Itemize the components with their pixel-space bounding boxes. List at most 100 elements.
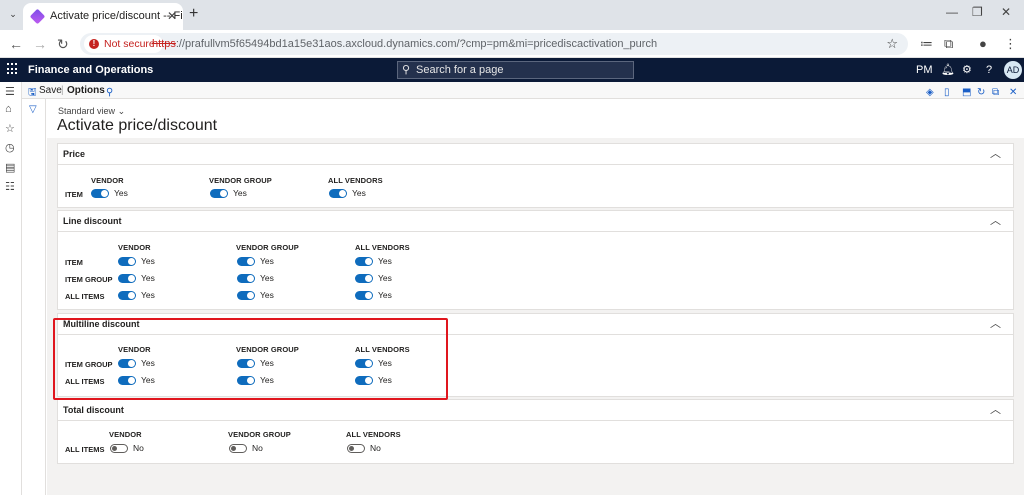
toggle-all-items-vendor[interactable]: Yes xyxy=(118,290,155,300)
search-placeholder: Search for a page xyxy=(416,64,504,76)
forward-icon[interactable]: → xyxy=(33,36,47,52)
browser-tab[interactable]: Activate price/discount -- Finan ✕ xyxy=(23,3,183,30)
toggle-value: Yes xyxy=(352,188,366,198)
page-search-input[interactable]: ⚲ Search for a page xyxy=(397,61,634,79)
help-icon[interactable]: ? xyxy=(986,58,992,82)
toggle-item-group-vendor-group[interactable]: Yes xyxy=(237,273,274,283)
warning-icon: ! xyxy=(89,39,99,49)
recent-clock-icon[interactable]: ◷ xyxy=(5,141,15,154)
line-discount-title: Line discount xyxy=(63,216,122,226)
minimize-icon[interactable]: — xyxy=(946,5,958,19)
multiline-discount-title: Multiline discount xyxy=(63,319,140,329)
toggle-item-vendor-group[interactable]: Yes xyxy=(237,256,274,266)
open-new-window-icon[interactable]: ⧉ xyxy=(992,84,999,101)
page-title: Activate price/discount xyxy=(57,117,218,134)
toggle-all-items-vendor[interactable]: No xyxy=(110,443,144,453)
app-name[interactable]: Finance and Operations xyxy=(28,58,153,82)
total-discount-header[interactable]: Total discount ︿ xyxy=(58,400,1013,421)
url-omnibox[interactable]: ! Not secure https://prafullvm5f65494bd1… xyxy=(80,33,908,55)
toggle-value: No xyxy=(370,443,381,453)
view-selector[interactable]: Standard view ⌄ xyxy=(58,106,125,117)
tab-search-icon[interactable]: ⌄ xyxy=(6,7,20,21)
line-discount-fasttab: Line discount ︿ VENDOR VENDOR GROUP ALL … xyxy=(57,210,1014,310)
toggle-item-group-all-vendors[interactable]: Yes xyxy=(355,358,392,368)
new-tab-button[interactable]: + xyxy=(189,5,198,23)
url-path: ://prafullvm5f65494bd1a15e31aos.axcloud.… xyxy=(175,38,658,50)
options-tab[interactable]: Options xyxy=(67,82,105,99)
browser-tab-strip: ⌄ Activate price/discount -- Finan ✕ + —… xyxy=(0,0,1024,30)
window-close-icon[interactable]: ✕ xyxy=(1001,5,1011,19)
refresh-icon[interactable]: ↻ xyxy=(977,84,985,101)
back-icon[interactable]: ← xyxy=(9,36,23,52)
chevron-up-icon[interactable]: ︿ xyxy=(990,211,1001,232)
multiline-discount-header[interactable]: Multiline discount ︿ xyxy=(58,314,1013,335)
toggle-item-vendor[interactable]: Yes xyxy=(118,256,155,266)
extensions-icon[interactable]: ⧉ xyxy=(944,36,953,52)
chevron-up-icon[interactable]: ︿ xyxy=(990,144,1001,165)
favorites-icon[interactable]: ≔ xyxy=(920,36,933,52)
more-menu-icon[interactable]: ⋮ xyxy=(1004,36,1017,52)
toggle-value: Yes xyxy=(141,358,155,368)
favorites-star-icon[interactable]: ☆ xyxy=(5,122,15,135)
toggle-value: Yes xyxy=(260,375,274,385)
toggle-item-group-vendor[interactable]: Yes xyxy=(118,358,155,368)
toggle-all-items-vendor-group[interactable]: No xyxy=(229,443,263,453)
tab-close-icon[interactable]: ✕ xyxy=(167,3,177,30)
toggle-value: Yes xyxy=(141,375,155,385)
toggle-item-all-vendors[interactable]: Yes xyxy=(355,256,392,266)
attachments-icon[interactable]: ⬒ xyxy=(962,84,971,101)
chevron-up-icon[interactable]: ︿ xyxy=(990,400,1001,421)
modules-list-icon[interactable]: ☷ xyxy=(5,180,15,193)
tab-title: Activate price/discount -- Finan xyxy=(50,10,183,22)
toggle-all-items-vendor-group[interactable]: Yes xyxy=(237,290,274,300)
user-avatar[interactable]: AD xyxy=(1004,61,1022,79)
total-discount-fasttab: Total discount ︿ VENDOR VENDOR GROUP ALL… xyxy=(57,399,1014,464)
toggle-value: No xyxy=(252,443,263,453)
toggle-all-items-vendor[interactable]: Yes xyxy=(118,375,155,385)
workspaces-icon[interactable]: ▤ xyxy=(5,161,15,174)
row-label-item-group: ITEM GROUP xyxy=(65,275,113,284)
chevron-down-icon: ⌄ xyxy=(117,106,126,116)
app-nav-bar: Finance and Operations ⚲ Search for a pa… xyxy=(0,58,1024,82)
toggle-item-group-vendor-group[interactable]: Yes xyxy=(237,358,274,368)
dynamics-favicon-icon xyxy=(29,8,46,25)
office-icon[interactable]: ▯ xyxy=(944,84,950,101)
save-button[interactable]: Save xyxy=(39,82,62,99)
left-nav-rail: ☰ ⌂ ☆ ◷ ▤ ☷ xyxy=(0,82,22,495)
settings-gear-icon[interactable]: ⚙ xyxy=(962,58,972,82)
toggle-value: No xyxy=(133,443,144,453)
restore-icon[interactable]: ❐ xyxy=(972,5,983,19)
toggle-all-items-all-vendors[interactable]: Yes xyxy=(355,375,392,385)
action-search-icon[interactable]: ⚲ xyxy=(106,84,113,101)
toggle-item-vendor-group[interactable]: Yes xyxy=(210,188,247,198)
filter-funnel-icon[interactable]: ▽ xyxy=(29,104,37,115)
action-pane: 🖫︎ Save | Options ⚲ ◈ ▯ ⬒ ↻ ⧉ ✕ xyxy=(22,82,1024,99)
toggle-item-all-vendors[interactable]: Yes xyxy=(329,188,366,198)
url-text[interactable]: https://prafullvm5f65494bd1a15e31aos.axc… xyxy=(152,33,657,55)
power-apps-icon[interactable]: ◈ xyxy=(926,84,934,101)
home-icon[interactable]: ⌂ xyxy=(5,103,12,115)
toggle-item-vendor[interactable]: Yes xyxy=(91,188,128,198)
line-discount-header[interactable]: Line discount ︿ xyxy=(58,211,1013,232)
profile-icon[interactable]: ● xyxy=(979,36,987,51)
price-header[interactable]: Price ︿ xyxy=(58,144,1013,165)
price-fasttab: Price ︿ VENDOR VENDOR GROUP ALL VENDORS … xyxy=(57,143,1014,208)
hamburger-menu-icon[interactable]: ☰ xyxy=(5,85,15,98)
reload-icon[interactable]: ↻ xyxy=(57,36,69,53)
toggle-all-items-vendor-group[interactable]: Yes xyxy=(237,375,274,385)
col-all-vendors: ALL VENDORS xyxy=(355,243,410,252)
bookmark-star-icon[interactable]: ☆ xyxy=(886,33,898,55)
toggle-all-items-all-vendors[interactable]: Yes xyxy=(355,290,392,300)
close-page-icon[interactable]: ✕ xyxy=(1009,84,1017,101)
toggle-item-group-all-vendors[interactable]: Yes xyxy=(355,273,392,283)
toggle-all-items-all-vendors[interactable]: No xyxy=(347,443,381,453)
not-secure-badge[interactable]: ! Not secure xyxy=(84,35,163,53)
company-picker[interactable]: PM xyxy=(916,58,933,82)
app-launcher-icon[interactable] xyxy=(7,63,19,75)
row-label-all-items: ALL ITEMS xyxy=(65,292,105,301)
notifications-bell-icon[interactable]: 🔔︎ xyxy=(941,58,955,82)
toggle-item-group-vendor[interactable]: Yes xyxy=(118,273,155,283)
chevron-up-icon[interactable]: ︿ xyxy=(990,314,1001,335)
multiline-discount-fasttab: Multiline discount ︿ VENDOR VENDOR GROUP… xyxy=(57,313,1014,397)
col-vendor-group: VENDOR GROUP xyxy=(228,430,291,439)
